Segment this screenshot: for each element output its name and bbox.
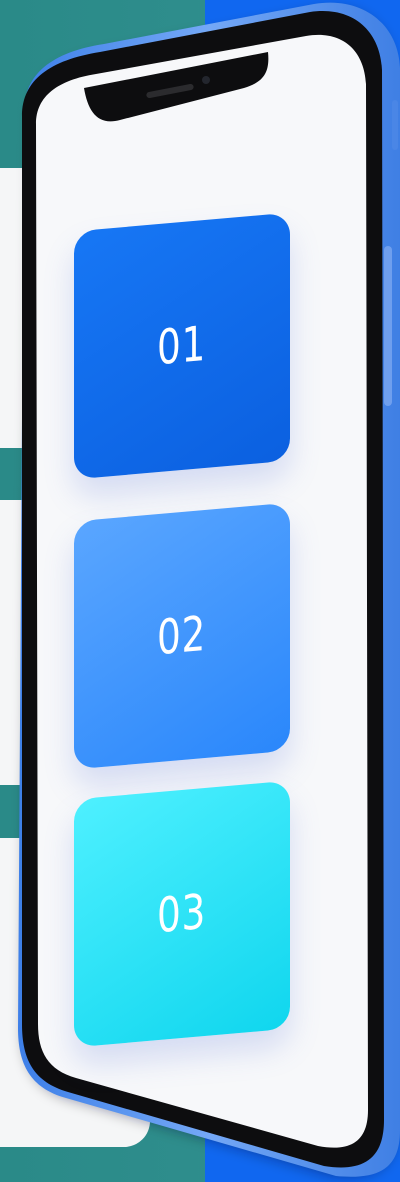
step-card-label: 03	[157, 883, 207, 945]
step-card-label: 02	[157, 605, 207, 667]
side-button-icon	[392, 100, 398, 150]
side-button-icon	[384, 246, 392, 406]
step-card-02[interactable]: 02	[74, 502, 290, 770]
step-card-label: 01	[157, 315, 207, 377]
scene: 01 02 03	[0, 0, 400, 1182]
step-card-01[interactable]: 01	[74, 212, 290, 480]
front-camera-icon	[202, 76, 210, 84]
step-card-03[interactable]: 03	[74, 780, 290, 1048]
